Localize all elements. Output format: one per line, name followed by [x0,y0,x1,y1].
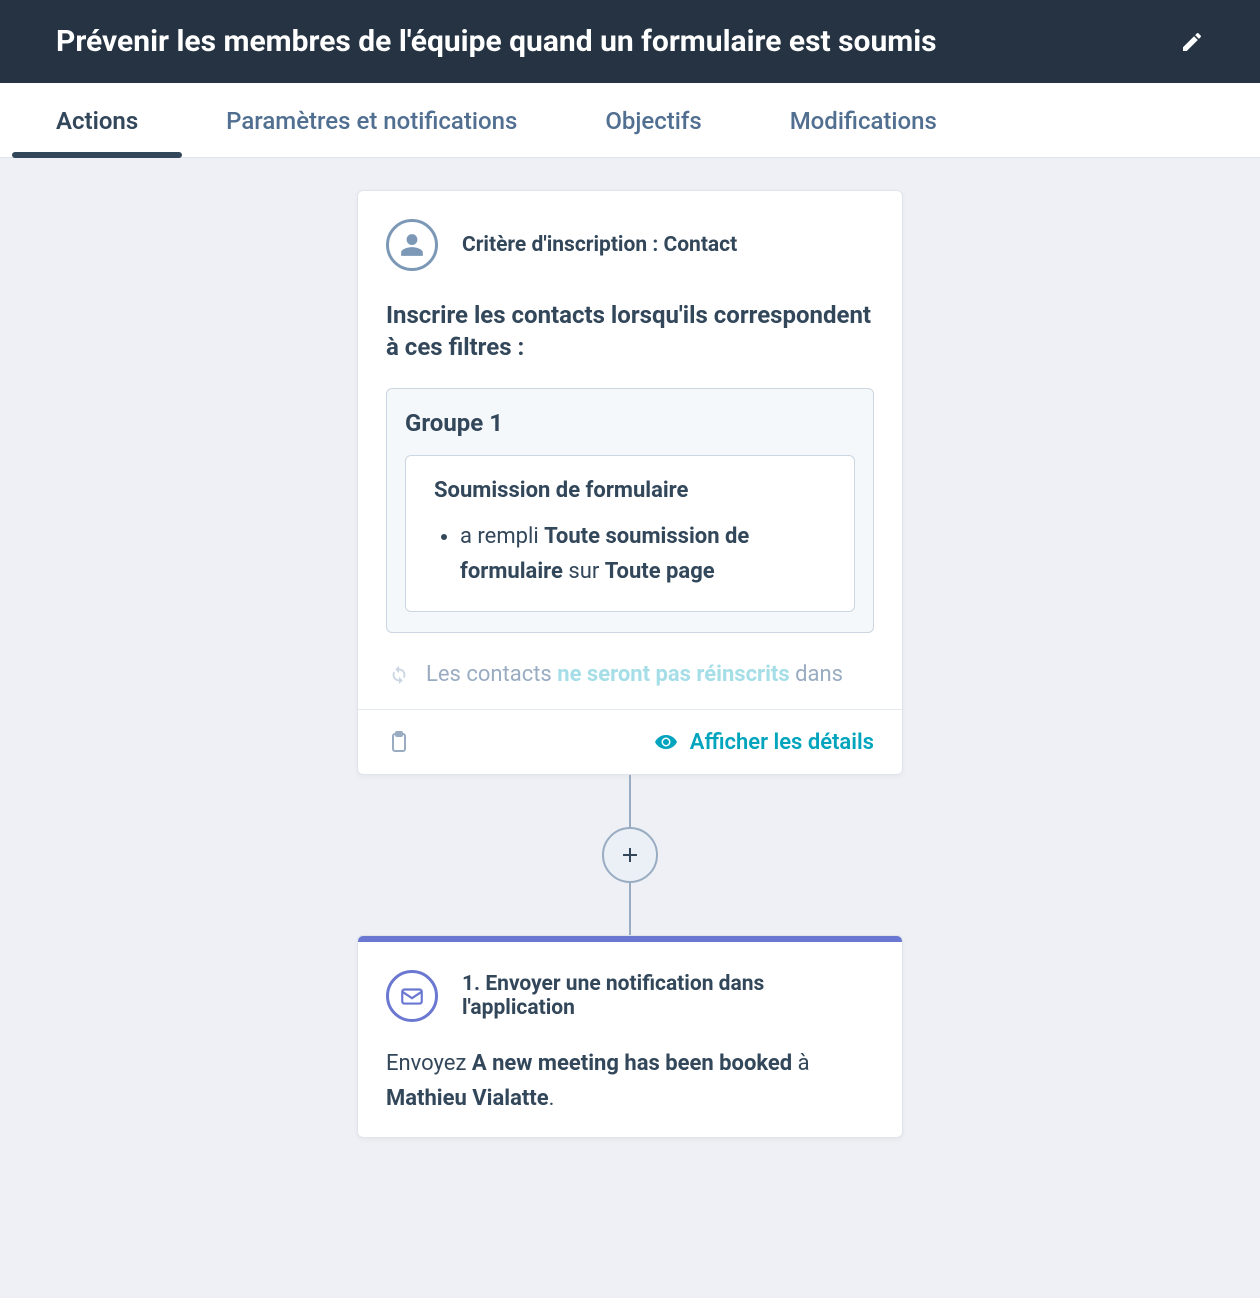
workflow-canvas: Critère d'inscription : Contact Inscrire… [0,158,1260,1298]
refresh-icon [388,663,410,685]
notification-head-label: 1. Envoyer une notification dans l'appli… [462,972,874,1020]
page-header: Prévenir les membres de l'équipe quand u… [0,0,1260,83]
tab-bar: Actions Paramètres et notifications Obje… [0,83,1260,158]
enrollment-subtitle: Inscrire les contacts lorsqu'ils corresp… [386,299,874,364]
filter-box: Soumission de formulaire a rempli Toute … [405,455,855,612]
tab-settings-notifications[interactable]: Paramètres et notifications [226,83,517,157]
reenrollment-note: Les contacts ne seront pas réinscrits da… [386,659,874,689]
connector-line [629,883,631,935]
workflow-title: Prévenir les membres de l'équipe quand u… [56,24,937,59]
edit-icon[interactable] [1180,30,1204,54]
connector-line [629,775,631,827]
filter-group: Groupe 1 Soumission de formulaire a remp… [386,388,874,633]
filter-item: a rempli Toute soumission de formulaire … [460,519,826,589]
notification-action-card[interactable]: 1. Envoyer une notification dans l'appli… [357,935,903,1137]
plus-icon [618,843,642,867]
notification-description: Envoyez A new meeting has been booked à … [386,1046,874,1116]
tab-changes[interactable]: Modifications [790,83,937,157]
eye-icon [654,730,678,754]
enrollment-head-label: Critère d'inscription : Contact [462,233,737,257]
mail-icon [386,970,438,1022]
filter-title: Soumission de formulaire [434,478,826,503]
enrollment-trigger-card[interactable]: Critère d'inscription : Contact Inscrire… [357,190,903,775]
clipboard-icon[interactable] [386,728,410,756]
tab-actions[interactable]: Actions [56,83,138,157]
group-title: Groupe 1 [405,409,855,437]
add-action-button[interactable] [602,827,658,883]
show-details-link[interactable]: Afficher les détails [654,730,874,755]
contact-icon [386,219,438,271]
tab-goals[interactable]: Objectifs [605,83,701,157]
card-footer: Afficher les détails [358,709,902,774]
